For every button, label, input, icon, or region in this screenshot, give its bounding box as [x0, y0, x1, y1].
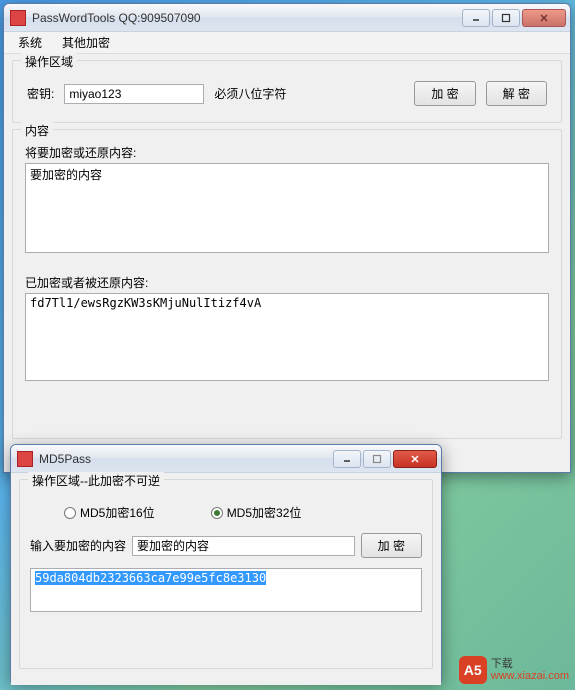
content-legend: 内容 [21, 122, 53, 139]
watermark: A5 下载 www.xiazai.com [459, 656, 569, 684]
md5-close-button[interactable] [393, 450, 437, 468]
radio-icon-16 [64, 507, 76, 519]
menu-other-encrypt[interactable]: 其他加密 [52, 32, 120, 53]
md5-client-area: 操作区域--此加密不可逆 MD5加密16位 MD5加密32位 输入要加密的内容 … [11, 473, 441, 685]
md5-app-icon [17, 451, 33, 467]
md5-titlebar[interactable]: MD5Pass [11, 445, 441, 473]
menu-system[interactable]: 系统 [8, 32, 52, 53]
maximize-button[interactable] [492, 9, 520, 27]
md5-input[interactable] [132, 536, 355, 556]
content-group: 内容 将要加密或还原内容: 已加密或者被还原内容: [12, 129, 562, 439]
md5-window: MD5Pass 操作区域--此加密不可逆 MD5加密16位 MD5加密32位 输… [10, 444, 442, 682]
menubar: 系统 其他加密 [4, 32, 570, 54]
key-label: 密钥: [27, 85, 54, 102]
radio-md5-32[interactable]: MD5加密32位 [211, 504, 302, 521]
operation-legend: 操作区域 [21, 53, 77, 70]
md5-result-box[interactable]: 59da804db2323663ca7e99e5fc8e3130 [30, 568, 422, 612]
encrypt-button[interactable]: 加 密 [414, 81, 475, 106]
main-window: PassWordTools QQ:909507090 系统 其他加密 操作区域 … [3, 3, 571, 473]
md5-input-label: 输入要加密的内容 [30, 537, 126, 554]
md5-operation-legend: 操作区域--此加密不可逆 [28, 472, 164, 489]
md5-window-title: MD5Pass [39, 452, 333, 466]
watermark-badge: A5 [459, 656, 487, 684]
md5-result-text: 59da804db2323663ca7e99e5fc8e3130 [35, 571, 266, 585]
source-textarea[interactable] [25, 163, 549, 253]
radio-label-32: MD5加密32位 [227, 504, 302, 521]
radio-md5-16[interactable]: MD5加密16位 [64, 504, 155, 521]
md5-minimize-button[interactable] [333, 450, 361, 468]
app-icon [10, 10, 26, 26]
source-label: 将要加密或还原内容: [25, 144, 549, 161]
md5-operation-group: 操作区域--此加密不可逆 MD5加密16位 MD5加密32位 输入要加密的内容 … [19, 479, 433, 669]
md5-encrypt-button[interactable]: 加 密 [361, 533, 422, 558]
radio-icon-32 [211, 507, 223, 519]
key-input[interactable] [64, 84, 204, 104]
result-label: 已加密或者被还原内容: [25, 274, 549, 291]
key-hint: 必须八位字符 [214, 85, 286, 102]
watermark-line2: www.xiazai.com [491, 670, 569, 682]
titlebar[interactable]: PassWordTools QQ:909507090 [4, 4, 570, 32]
result-textarea[interactable] [25, 293, 549, 381]
client-area: 操作区域 密钥: 必须八位字符 加 密 解 密 内容 将要加密或还原内容: 已加… [4, 54, 570, 455]
radio-label-16: MD5加密16位 [80, 504, 155, 521]
md5-window-controls [333, 450, 437, 468]
window-title: PassWordTools QQ:909507090 [32, 11, 462, 25]
watermark-text: 下载 www.xiazai.com [491, 658, 569, 682]
decrypt-button[interactable]: 解 密 [486, 81, 547, 106]
window-controls [462, 9, 566, 27]
operation-group: 操作区域 密钥: 必须八位字符 加 密 解 密 [12, 60, 562, 123]
minimize-button[interactable] [462, 9, 490, 27]
watermark-line1: 下载 [491, 658, 569, 670]
close-button[interactable] [522, 9, 566, 27]
md5-maximize-button[interactable] [363, 450, 391, 468]
